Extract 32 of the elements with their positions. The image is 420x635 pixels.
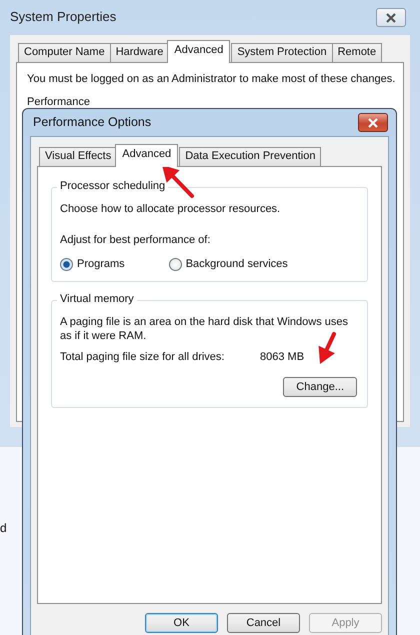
group-title: Processor scheduling bbox=[57, 180, 168, 194]
tab[interactable]: Remote bbox=[332, 43, 382, 62]
close-icon bbox=[367, 118, 379, 128]
notice-text: You must be logged on as an Administrator to make most of these changes. bbox=[27, 72, 393, 86]
dialog-button[interactable]: OK bbox=[145, 612, 218, 633]
total-label: Total paging file size for all drives: bbox=[60, 351, 226, 365]
tab[interactable]: Advanced bbox=[167, 40, 230, 63]
annotation-arrow bbox=[318, 332, 336, 364]
close-button[interactable] bbox=[358, 113, 388, 132]
tab[interactable]: Advanced bbox=[115, 144, 178, 167]
total-value: 8063 MB bbox=[260, 351, 304, 365]
tab[interactable]: Computer Name bbox=[18, 43, 111, 62]
close-button[interactable] bbox=[376, 8, 406, 27]
prompt-text: Adjust for best performance of: bbox=[60, 234, 212, 248]
dialog-button[interactable]: Cancel bbox=[227, 612, 300, 633]
group-title: Virtual memory bbox=[57, 293, 137, 307]
change-button[interactable]: Change... bbox=[283, 377, 357, 397]
description-text: Choose how to allocate processor resources. bbox=[60, 202, 282, 216]
close-icon bbox=[385, 12, 397, 22]
radio-label[interactable]: Background services bbox=[186, 258, 288, 272]
tab[interactable]: Hardware bbox=[110, 43, 170, 62]
radio-button[interactable] bbox=[60, 258, 73, 271]
description-text: A paging file is an area on the hard disk that Windows uses as if it were RAM. bbox=[60, 315, 350, 344]
tab[interactable]: Data Execution Prevention bbox=[179, 147, 322, 166]
window-title: System Properties bbox=[10, 9, 116, 26]
radio-button[interactable] bbox=[168, 258, 182, 271]
dialog-title: Performance Options bbox=[33, 114, 152, 130]
radio-label[interactable]: Programs bbox=[77, 258, 125, 272]
partial-text: d bbox=[0, 521, 7, 536]
group-label: Performance bbox=[27, 96, 91, 110]
tab[interactable]: System Protection bbox=[231, 43, 333, 62]
tab[interactable]: Visual Effects bbox=[39, 147, 118, 166]
